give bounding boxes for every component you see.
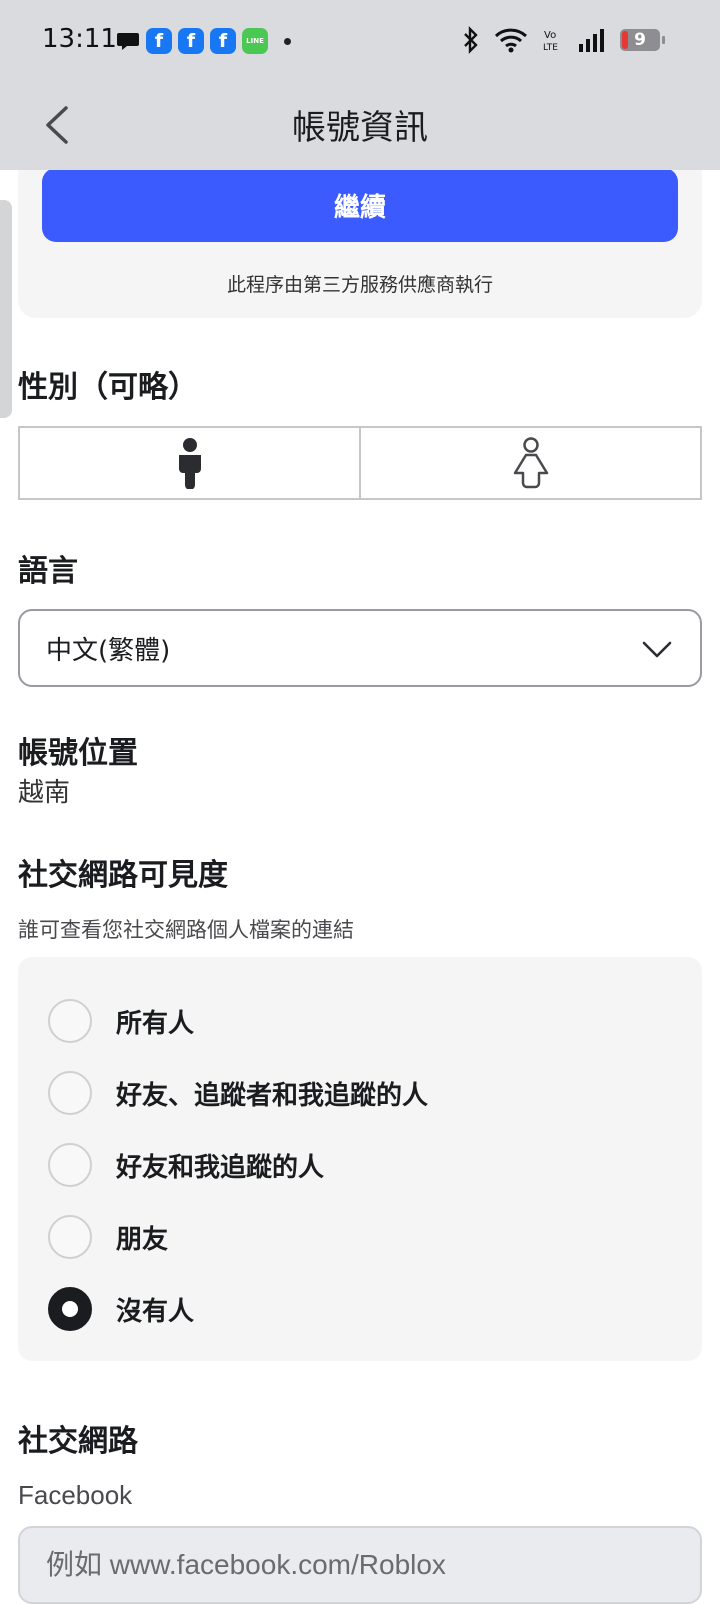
option-label: 好友和我追蹤的人 <box>116 1152 325 1183</box>
gender-female-button[interactable] <box>359 428 700 498</box>
option-label: 沒有人 <box>116 1296 195 1327</box>
third-party-note: 此程序由第三方服務供應商執行 <box>226 274 493 296</box>
visibility-options: 所有人 好友、追蹤者和我追蹤的人 好友和我追蹤的人 朋友 沒有人 <box>18 957 702 1361</box>
facebook-url-input[interactable] <box>18 1526 702 1604</box>
language-select[interactable]: 中文(繁體) <box>18 609 702 687</box>
volte-icon: Vo LTE <box>543 30 558 53</box>
radio-button[interactable] <box>48 1215 92 1259</box>
continue-button[interactable]: 繼續 <box>42 168 678 242</box>
language-title: 語言 <box>18 554 78 589</box>
female-icon <box>513 437 548 489</box>
edge-panel-handle[interactable] <box>0 200 12 418</box>
gender-selector <box>18 426 702 500</box>
location-title: 帳號位置 <box>18 736 138 771</box>
radio-button[interactable] <box>48 1071 92 1115</box>
location-value: 越南 <box>18 778 71 808</box>
svg-text:Vo: Vo <box>544 30 556 41</box>
radio-button[interactable] <box>48 1143 92 1187</box>
male-icon <box>178 438 201 489</box>
status-time: 13:11 <box>42 24 117 54</box>
svg-text:LTE: LTE <box>543 43 558 53</box>
visibility-option-friends-following[interactable]: 好友和我追蹤的人 <box>48 1141 324 1189</box>
visibility-option-no-one[interactable]: 沒有人 <box>48 1285 194 1333</box>
message-icon <box>117 33 139 50</box>
battery-indicator: 9 <box>620 29 665 51</box>
facebook-icon: f <box>210 28 236 54</box>
social-networks-title: 社交網路 <box>18 1424 138 1459</box>
option-label: 所有人 <box>116 1008 195 1039</box>
facebook-label: Facebook <box>18 1480 133 1510</box>
visibility-option-everyone[interactable]: 所有人 <box>48 997 194 1045</box>
wifi-icon <box>494 28 528 53</box>
visibility-description: 誰可查看您社交網路個人檔案的連結 <box>18 918 354 942</box>
visibility-option-friends-followers-following[interactable]: 好友、追蹤者和我追蹤的人 <box>48 1069 428 1117</box>
radio-button[interactable] <box>48 999 92 1043</box>
option-label: 朋友 <box>116 1224 169 1255</box>
gender-male-button[interactable] <box>20 428 359 498</box>
page-title: 帳號資訊 <box>292 108 428 148</box>
radio-button-selected[interactable] <box>48 1287 92 1331</box>
status-right: Vo LTE 9 <box>462 26 665 54</box>
chevron-down-icon <box>642 641 672 658</box>
facebook-icon: f <box>146 28 172 54</box>
bluetooth-icon <box>464 26 478 54</box>
visibility-title: 社交網路可見度 <box>18 858 228 893</box>
gender-title: 性別（可略） <box>18 370 198 405</box>
language-selected-value: 中文(繁體) <box>46 635 171 666</box>
notification-icons: f f f LINE <box>116 28 291 54</box>
signal-icon <box>579 29 604 52</box>
visibility-option-friends[interactable]: 朋友 <box>48 1213 168 1261</box>
more-notifications-dot <box>284 37 291 45</box>
facebook-icon: f <box>178 28 204 54</box>
top-bar: 13:11 f f f LINE Vo LTE 9 帳號資訊 <box>0 0 720 170</box>
option-label: 好友、追蹤者和我追蹤的人 <box>116 1080 429 1111</box>
line-icon: LINE <box>242 28 268 54</box>
